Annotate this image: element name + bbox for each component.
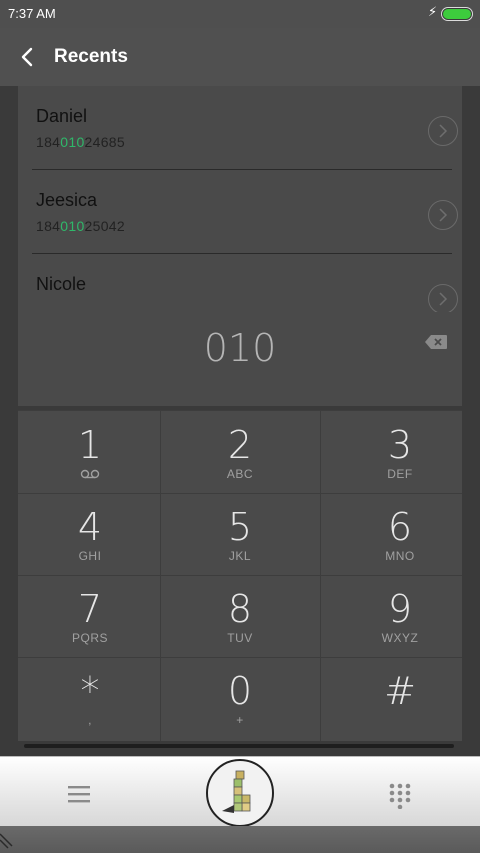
bottom-toolbar xyxy=(0,756,480,827)
key-digit: 3 xyxy=(387,423,413,467)
app-header: Recents xyxy=(0,28,480,86)
contact-number: 18401024685 xyxy=(36,134,125,150)
number-suffix: 24685 xyxy=(84,134,125,150)
battery-icon xyxy=(441,7,473,21)
key-hash[interactable]: # xyxy=(328,657,472,739)
menu-icon[interactable] xyxy=(68,785,90,803)
list-item[interactable]: Nicole xyxy=(18,254,462,312)
contact-name: Daniel xyxy=(36,106,88,126)
dialed-number-display: 010 xyxy=(18,312,462,392)
key-letters: GHI xyxy=(78,549,102,563)
call-button-icon xyxy=(222,770,251,813)
key-letters: WXYZ xyxy=(381,631,419,645)
key-letters: TUV xyxy=(227,631,253,645)
number-prefix: 184 xyxy=(36,218,61,234)
call-button[interactable] xyxy=(206,759,274,827)
list-item[interactable]: Daniel 18401024685 xyxy=(18,86,462,170)
number-match: 010 xyxy=(60,218,85,234)
chevron-right-icon[interactable] xyxy=(428,116,458,146)
key-letters: MNO xyxy=(385,549,415,563)
dialpad: 1 2 ABC 3 DEF 4 GHI 5 JKL 6 MNO 7 PQRS 8… xyxy=(18,410,462,741)
key-digit: # xyxy=(384,669,416,713)
key-8[interactable]: 8 TUV xyxy=(168,575,312,657)
key-0[interactable]: 0 + xyxy=(168,657,312,739)
key-2[interactable]: 2 ABC xyxy=(168,411,312,493)
key-6[interactable]: 6 MNO xyxy=(328,493,472,575)
list-item[interactable]: Jeesica 18401025042 xyxy=(18,170,462,254)
key-letters: JKL xyxy=(228,549,252,563)
key-1[interactable]: 1 xyxy=(18,411,162,493)
key-5[interactable]: 5 JKL xyxy=(168,493,312,575)
key-7[interactable]: 7 PQRS xyxy=(18,575,162,657)
contact-name: Nicole xyxy=(36,274,87,294)
dialed-digits: 010 xyxy=(203,326,277,370)
key-letters: DEF xyxy=(387,467,413,481)
chevron-right-icon[interactable] xyxy=(428,200,458,230)
backspace-icon[interactable] xyxy=(424,334,448,350)
contact-name: Jeesica xyxy=(36,190,98,210)
key-digit: 2 xyxy=(227,423,253,467)
back-arrow-icon[interactable] xyxy=(18,44,38,70)
status-bar: 7:37 AM ⚡ xyxy=(0,0,480,28)
key-star[interactable]: * , xyxy=(18,657,162,739)
key-digit: 1 xyxy=(77,423,103,467)
key-digit: * xyxy=(80,669,100,713)
key-3[interactable]: 3 DEF xyxy=(328,411,472,493)
key-9[interactable]: 9 WXYZ xyxy=(328,575,472,657)
key-letters: + xyxy=(236,713,244,727)
key-letters: ABC xyxy=(226,467,254,481)
key-digit: 6 xyxy=(387,505,413,549)
system-nav-strip xyxy=(0,826,480,853)
key-digit: 5 xyxy=(227,505,253,549)
key-digit: 7 xyxy=(77,587,103,631)
page-title: Recents xyxy=(54,46,128,67)
number-suffix: 25042 xyxy=(84,218,125,234)
key-digit: 0 xyxy=(227,669,253,713)
status-time: 7:37 AM xyxy=(8,6,56,21)
key-digit: 8 xyxy=(227,587,253,631)
number-prefix: 184 xyxy=(36,134,61,150)
number-match: 010 xyxy=(60,134,85,150)
dialpad-icon[interactable] xyxy=(388,783,412,809)
voicemail-icon xyxy=(80,469,100,479)
key-digit: 4 xyxy=(77,505,103,549)
chevron-right-icon[interactable] xyxy=(428,284,458,312)
corner-decoration-icon xyxy=(0,833,13,849)
key-4[interactable]: 4 GHI xyxy=(18,493,162,575)
key-digit: 9 xyxy=(387,587,413,631)
key-letters: PQRS xyxy=(71,631,108,645)
handle-bar xyxy=(24,744,454,748)
key-letters: , xyxy=(88,713,92,727)
charging-icon: ⚡ xyxy=(428,4,438,19)
contact-number: 18401025042 xyxy=(36,218,125,234)
